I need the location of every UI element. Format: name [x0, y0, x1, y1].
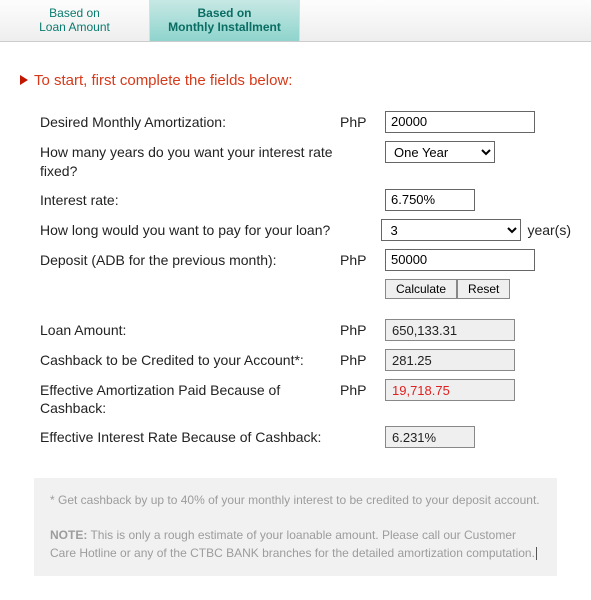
eff-amort-value: 19,718.75: [385, 379, 515, 401]
text-cursor-icon: [536, 547, 537, 560]
cashback-label: Cashback to be Credited to your Account*…: [40, 349, 340, 370]
note-label: NOTE:: [50, 528, 87, 542]
content: To start, first complete the fields belo…: [0, 42, 591, 600]
footnote: * Get cashback by up to 40% of your mont…: [34, 478, 557, 576]
deposit-label: Deposit (ADB for the previous month):: [40, 249, 340, 270]
years-fixed-label: How many years do you want your interest…: [40, 141, 340, 181]
triangle-icon: [20, 75, 28, 85]
years-fixed-select[interactable]: One Year: [385, 141, 495, 163]
footnote-note: NOTE: This is only a rough estimate of y…: [50, 527, 541, 562]
deposit-input[interactable]: [385, 249, 535, 271]
eff-amort-label: Effective Amortization Paid Because of C…: [40, 379, 340, 419]
calculate-button[interactable]: Calculate: [385, 279, 457, 299]
note-text: This is only a rough estimate of your lo…: [50, 528, 535, 559]
eff-rate-label: Effective Interest Rate Because of Cashb…: [40, 426, 340, 447]
section-heading: To start, first complete the fields belo…: [20, 72, 571, 89]
pay-years-suffix: year(s): [527, 222, 571, 238]
amortization-input[interactable]: [385, 111, 535, 133]
tab-loan-amount[interactable]: Based on Loan Amount: [0, 0, 150, 41]
interest-label: Interest rate:: [40, 189, 340, 210]
heading-text: To start, first complete the fields belo…: [34, 72, 292, 89]
eff-amort-currency: PhP: [340, 379, 385, 398]
loan-amount-label: Loan Amount:: [40, 319, 340, 340]
pay-years-select[interactable]: 3: [381, 219, 521, 241]
tab-monthly-installment[interactable]: Based on Monthly Installment: [150, 0, 300, 41]
amortization-label: Desired Monthly Amortization:: [40, 111, 340, 132]
pay-years-label: How long would you want to pay for your …: [40, 219, 337, 240]
loan-amount-currency: PhP: [340, 319, 385, 338]
reset-button[interactable]: Reset: [457, 279, 510, 299]
deposit-currency: PhP: [340, 249, 385, 268]
cashback-currency: PhP: [340, 349, 385, 368]
amortization-currency: PhP: [340, 111, 385, 130]
loan-amount-value: 650,133.31: [385, 319, 515, 341]
tab-bar: Based on Loan Amount Based on Monthly In…: [0, 0, 591, 42]
eff-rate-value: 6.231%: [385, 426, 475, 448]
form: Desired Monthly Amortization: PhP How ma…: [20, 111, 571, 449]
cashback-value: 281.25: [385, 349, 515, 371]
interest-input[interactable]: [385, 189, 475, 211]
footnote-cashback: * Get cashback by up to 40% of your mont…: [50, 492, 541, 509]
